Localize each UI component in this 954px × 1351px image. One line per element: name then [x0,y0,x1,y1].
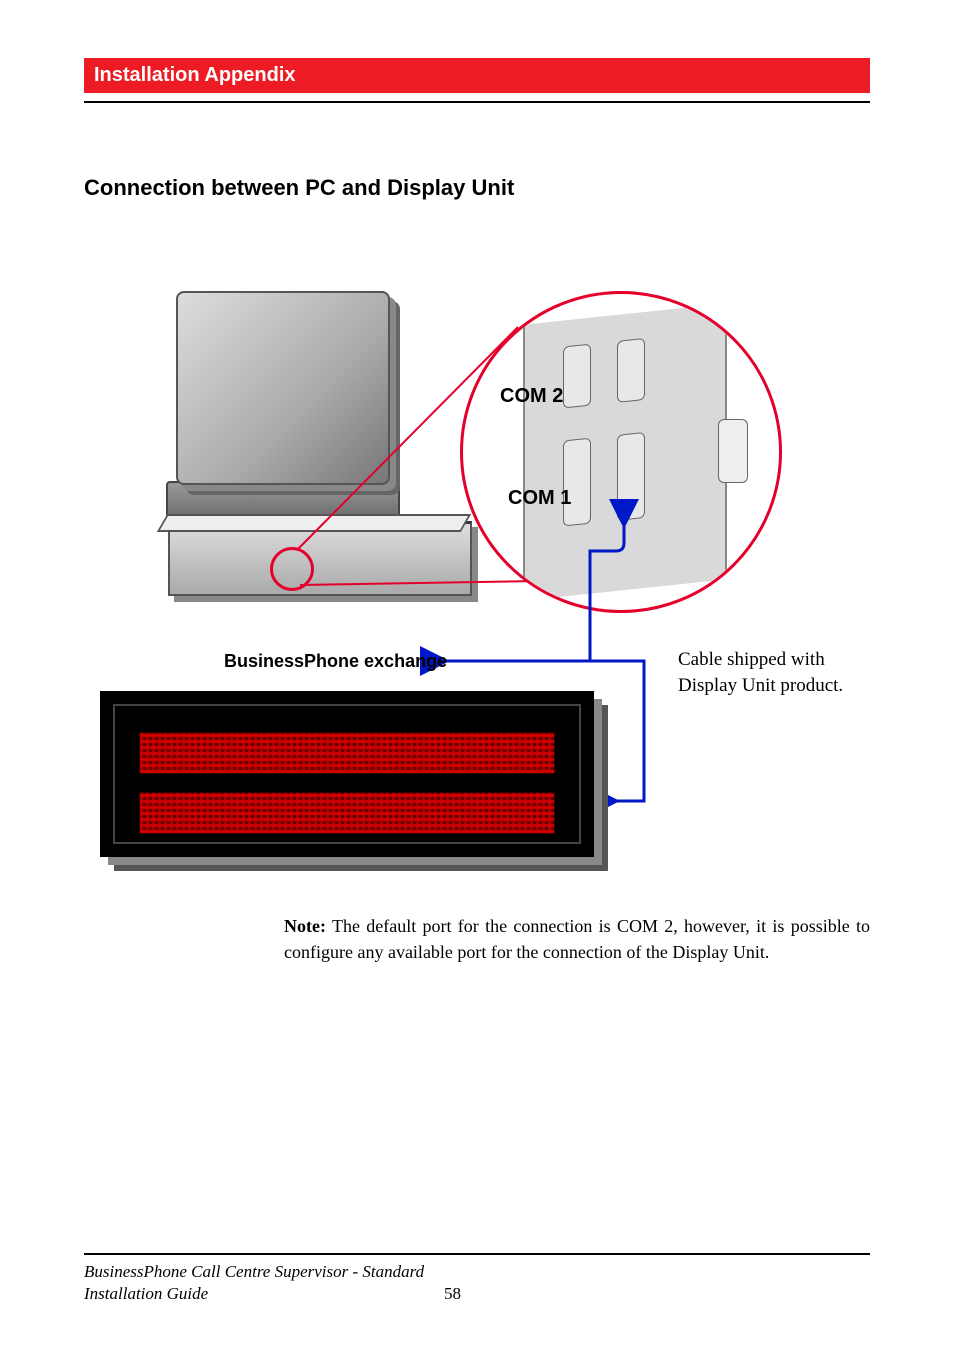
side-serial-port [718,419,748,483]
com1-label: COM 1 [508,487,571,510]
note-prefix: Note: [284,916,326,936]
com2-label: COM 2 [500,385,563,408]
header-title: Installation Appendix [94,64,296,86]
footer-line1: BusinessPhone Call Centre Supervisor - S… [84,1261,870,1283]
note-paragraph: Note: The default port for the connectio… [284,913,870,965]
businessphone-exchange-label: BusinessPhone exchange [224,651,447,672]
section-heading: Connection between PC and Display Unit [84,175,870,201]
pc-port-highlight [270,547,314,591]
connection-diagram: COM 2 COM 1 BusinessPhone exchange [84,291,870,871]
header-underline [84,101,870,103]
pc-monitor [176,291,390,525]
display-unit [100,691,594,857]
pc-case [168,521,472,596]
header-bar: Installation Appendix [84,58,870,97]
page-footer: BusinessPhone Call Centre Supervisor - S… [84,1253,870,1305]
footer-line2: Installation Guide [84,1284,208,1303]
note-body: The default port for the connection is C… [284,916,870,962]
cable-shipped-text: Cable shipped with Display Unit product. [678,647,858,698]
page-number: 58 [444,1283,461,1305]
